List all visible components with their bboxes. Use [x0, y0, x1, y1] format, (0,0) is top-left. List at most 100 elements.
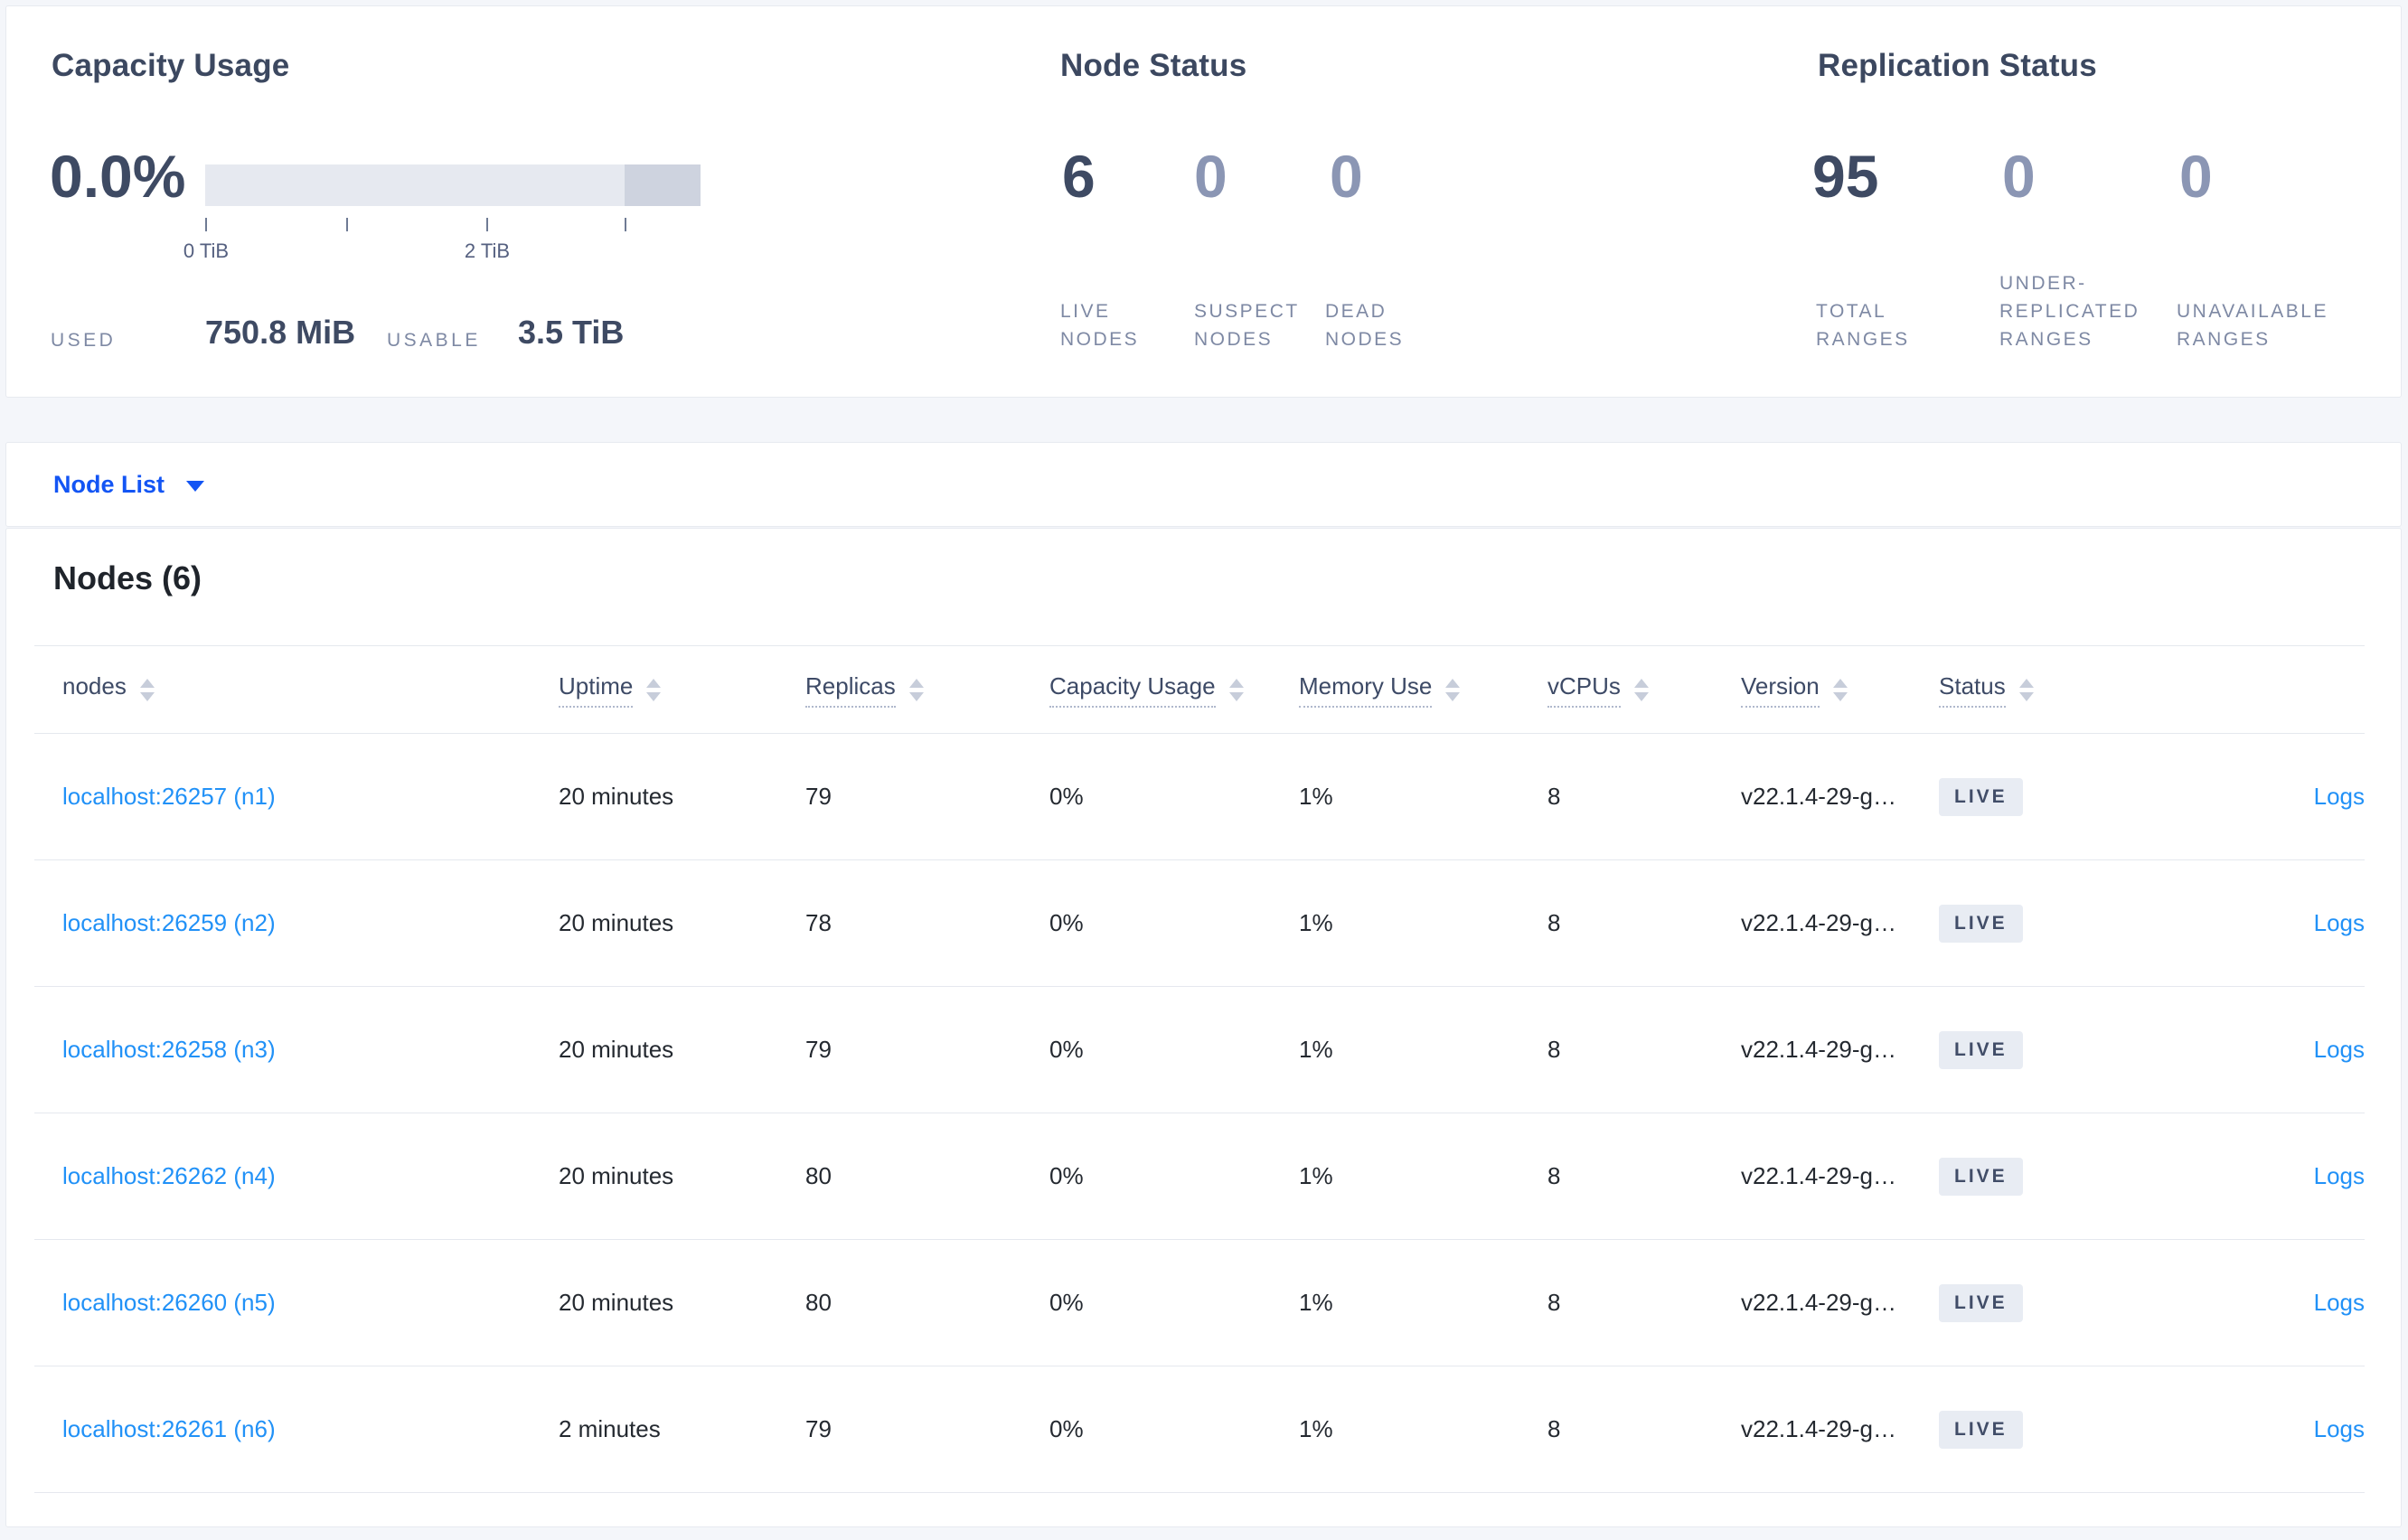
- logs-cell: Logs: [2121, 733, 2365, 860]
- status-cell: LIVE: [1939, 1239, 2121, 1366]
- logs-link[interactable]: Logs: [2314, 1289, 2365, 1316]
- version-cell: v22.1.4-29-g…: [1741, 986, 1939, 1113]
- vcpus-cell: 8: [1547, 1113, 1741, 1240]
- column-header-nodes[interactable]: nodes: [34, 645, 559, 734]
- replicas-cell: 79: [805, 733, 1049, 860]
- uptime-cell: 20 minutes: [559, 986, 805, 1113]
- table-row: localhost:26261 (n6) 2 minutes 79 0% 1% …: [34, 1366, 2365, 1493]
- memory-use-cell: 1%: [1299, 986, 1547, 1113]
- sort-icon: [1633, 678, 1649, 701]
- table-row: localhost:26262 (n4) 20 minutes 80 0% 1%…: [34, 1113, 2365, 1240]
- nodes-table: nodes Uptime Replicas Capacity Usage Mem…: [34, 645, 2365, 1493]
- nodes-card: Nodes (6) nodes Uptime Replicas Capacity…: [5, 528, 2402, 1527]
- status-badge: LIVE: [1939, 1410, 2023, 1449]
- sort-icon: [1832, 678, 1848, 701]
- node-link[interactable]: localhost:26257 (n1): [62, 783, 276, 810]
- status-cell: LIVE: [1939, 733, 2121, 860]
- version-cell: v22.1.4-29-g…: [1741, 1113, 1939, 1240]
- node-list-dropdown[interactable]: Node List: [53, 471, 205, 499]
- label-line: RANGES: [1999, 329, 2093, 350]
- vcpus-cell: 8: [1547, 859, 1741, 987]
- uptime-cell: 20 minutes: [559, 859, 805, 987]
- column-header-memory-use[interactable]: Memory Use: [1299, 645, 1547, 734]
- node-address-cell: localhost:26257 (n1): [34, 733, 559, 860]
- capacity-gauge-segment: [625, 164, 701, 206]
- label-line: RANGES: [1816, 329, 1910, 350]
- memory-use-cell: 1%: [1299, 1113, 1547, 1240]
- logs-link[interactable]: Logs: [2314, 1162, 2365, 1189]
- uptime-cell: 20 minutes: [559, 1239, 805, 1366]
- status-badge: LIVE: [1939, 777, 2023, 816]
- sort-icon: [1445, 678, 1461, 701]
- used-caption: USED: [51, 330, 117, 351]
- label-line: DEAD: [1325, 301, 1387, 322]
- usable-caption: USABLE: [387, 330, 481, 351]
- column-label: vCPUs: [1547, 672, 1621, 708]
- version-cell: v22.1.4-29-g…: [1741, 1366, 1939, 1493]
- sort-icon: [646, 678, 662, 701]
- suspect-nodes-label: SUSPECT NODES: [1194, 297, 1300, 353]
- uptime-cell: 20 minutes: [559, 1113, 805, 1240]
- memory-use-cell: 1%: [1299, 1366, 1547, 1493]
- replicas-cell: 78: [805, 859, 1049, 987]
- logs-cell: Logs: [2121, 859, 2365, 987]
- label-line: SUSPECT: [1194, 301, 1300, 322]
- label-line: TOTAL: [1816, 301, 1887, 322]
- node-address-cell: localhost:26262 (n4): [34, 1113, 559, 1240]
- replicas-cell: 79: [805, 986, 1049, 1113]
- sort-icon: [908, 678, 924, 701]
- capacity-usage-cell: 0%: [1049, 1366, 1299, 1493]
- gauge-tick: [346, 218, 348, 231]
- node-link[interactable]: localhost:26260 (n5): [62, 1289, 276, 1316]
- sort-icon: [2018, 678, 2034, 701]
- column-header-replicas[interactable]: Replicas: [805, 645, 1049, 734]
- node-address-cell: localhost:26258 (n3): [34, 986, 559, 1113]
- label-line: UNDER-: [1999, 273, 2087, 294]
- column-header-version[interactable]: Version: [1741, 645, 1939, 734]
- logs-cell: Logs: [2121, 986, 2365, 1113]
- logs-link[interactable]: Logs: [2314, 1036, 2365, 1063]
- memory-use-cell: 1%: [1299, 1239, 1547, 1366]
- node-link[interactable]: localhost:26261 (n6): [62, 1415, 276, 1442]
- column-label: Status: [1939, 672, 2006, 708]
- gauge-tick: [486, 218, 488, 231]
- under-replicated-count: 0: [2002, 143, 2036, 210]
- column-header-capacity-usage[interactable]: Capacity Usage: [1049, 645, 1299, 734]
- node-address-cell: localhost:26260 (n5): [34, 1239, 559, 1366]
- gauge-tick-label: 0 TiB: [183, 239, 230, 262]
- unavailable-count: 0: [2179, 143, 2213, 210]
- replicas-cell: 80: [805, 1239, 1049, 1366]
- cluster-summary-card: Capacity Usage 0.0% 0 TiB 2 TiB USED 750…: [5, 5, 2402, 398]
- node-link[interactable]: localhost:26258 (n3): [62, 1036, 276, 1063]
- node-link[interactable]: localhost:26262 (n4): [62, 1162, 276, 1189]
- logs-link[interactable]: Logs: [2314, 783, 2365, 810]
- status-badge: LIVE: [1939, 904, 2023, 943]
- logs-link[interactable]: Logs: [2314, 1415, 2365, 1442]
- uptime-cell: 20 minutes: [559, 733, 805, 860]
- label-line: NODES: [1060, 329, 1140, 350]
- replicas-cell: 80: [805, 1113, 1049, 1240]
- usable-value: 3.5 TiB: [518, 314, 625, 351]
- node-address-cell: localhost:26261 (n6): [34, 1366, 559, 1493]
- sort-icon: [1228, 678, 1244, 701]
- column-header-status[interactable]: Status: [1939, 645, 2121, 734]
- capacity-gauge-bar: [205, 164, 701, 206]
- column-label: Memory Use: [1299, 672, 1433, 708]
- vcpus-cell: 8: [1547, 733, 1741, 860]
- suspect-nodes-count: 0: [1194, 143, 1228, 210]
- status-badge: LIVE: [1939, 1157, 2023, 1196]
- capacity-usage-cell: 0%: [1049, 1239, 1299, 1366]
- status-badge: LIVE: [1939, 1030, 2023, 1069]
- dead-nodes-count: 0: [1330, 143, 1363, 210]
- node-link[interactable]: localhost:26259 (n2): [62, 909, 276, 936]
- memory-use-cell: 1%: [1299, 733, 1547, 860]
- label-line: LIVE: [1060, 301, 1111, 322]
- total-ranges-label: TOTAL RANGES: [1816, 297, 1910, 353]
- logs-link[interactable]: Logs: [2314, 909, 2365, 936]
- status-cell: LIVE: [1939, 859, 2121, 987]
- column-header-uptime[interactable]: Uptime: [559, 645, 805, 734]
- capacity-usage-cell: 0%: [1049, 733, 1299, 860]
- vcpus-cell: 8: [1547, 1239, 1741, 1366]
- version-cell: v22.1.4-29-g…: [1741, 733, 1939, 860]
- column-header-vcpus[interactable]: vCPUs: [1547, 645, 1741, 734]
